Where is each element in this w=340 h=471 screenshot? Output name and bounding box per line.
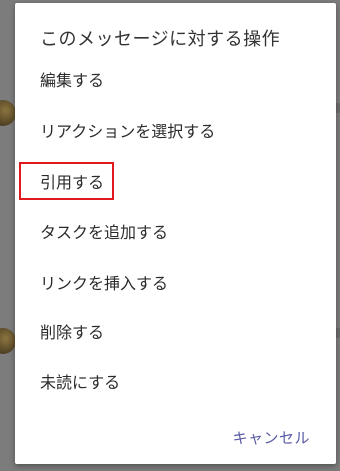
- menu-item-mark-unread[interactable]: 未読にする: [40, 372, 120, 394]
- dialog-title: このメッセージに対する操作: [40, 29, 281, 50]
- background-avatar: [0, 328, 16, 354]
- cancel-button[interactable]: キャンセル: [232, 427, 310, 448]
- menu-item-delete[interactable]: 削除する: [40, 322, 104, 344]
- menu-item-select-reaction[interactable]: リアクションを選択する: [40, 121, 215, 143]
- menu-item-quote[interactable]: 引用する: [40, 172, 104, 194]
- message-actions-dialog: このメッセージに対する操作 編集する リアクションを選択する 引用する タスクを…: [15, 3, 336, 464]
- menu-item-insert-link[interactable]: リンクを挿入する: [40, 273, 168, 295]
- menu-item-add-task[interactable]: タスクを追加する: [40, 222, 168, 244]
- background-avatar: [0, 100, 16, 126]
- menu-item-edit[interactable]: 編集する: [40, 70, 104, 92]
- screen: このメッセージに対する操作 編集する リアクションを選択する 引用する タスクを…: [0, 0, 340, 471]
